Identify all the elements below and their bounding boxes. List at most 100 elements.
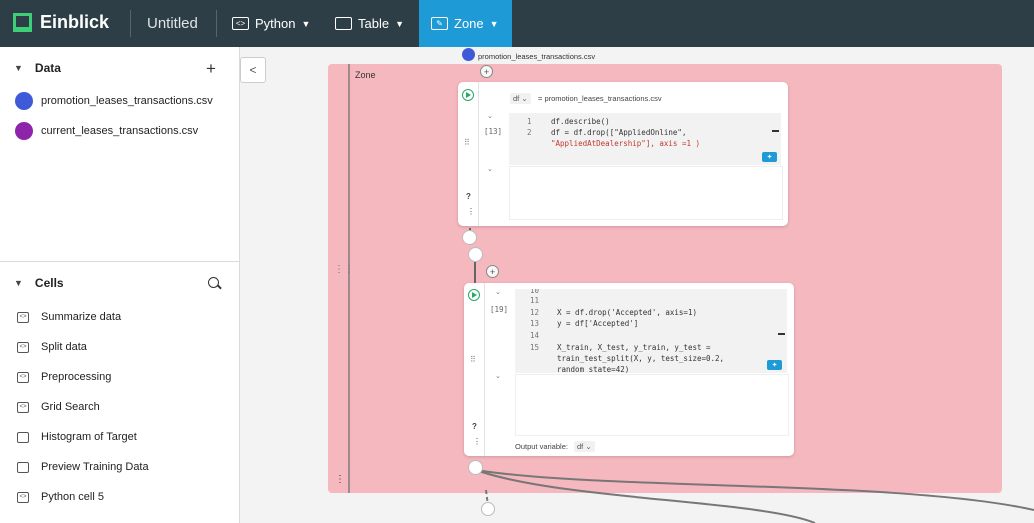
execution-count: [19] — [490, 305, 509, 314]
chevron-down-icon[interactable]: ⌄ — [487, 112, 493, 120]
code-line: random_state=42) — [557, 365, 630, 373]
add-cell-button[interactable]: + — [480, 65, 493, 78]
line-number: 15 — [530, 343, 540, 352]
cell-gutter — [478, 82, 479, 226]
table-icon — [335, 17, 352, 30]
help-icon[interactable]: ? — [472, 422, 477, 431]
code-line: df = df.drop(["AppliedOnline", — [551, 128, 687, 137]
python-menu-button[interactable]: <> Python ▼ — [232, 0, 310, 47]
zone-border — [348, 64, 350, 493]
ai-assist-button[interactable]: ✦ — [762, 152, 777, 162]
help-icon[interactable]: ? — [466, 192, 471, 201]
code-line: "AppliedAtDealership"], axis =1 ) — [551, 139, 701, 148]
connector-node[interactable] — [481, 502, 495, 516]
ai-assist-button[interactable]: ✦ — [767, 360, 782, 370]
chevron-down-icon: ▼ — [14, 278, 23, 288]
code-line: df.describe() — [551, 117, 610, 126]
dataset-name: current_leases_transactions.csv — [41, 125, 199, 137]
dataset-node-label: promotion_leases_transactions.csv — [478, 52, 596, 61]
cells-section-header[interactable]: ▼ Cells — [14, 276, 64, 290]
drag-handle-icon[interactable]: ⋮⋮ — [334, 264, 354, 275]
chevron-down-icon[interactable]: ⌄ — [495, 288, 501, 296]
add-cell-button[interactable]: + — [486, 265, 499, 278]
table-icon — [17, 461, 29, 473]
code-line: X_train, X_test, y_train, y_test = — [557, 343, 711, 352]
cell-list-item[interactable]: <> Python cell 5 — [17, 491, 104, 503]
table-label: Table — [358, 16, 390, 31]
run-icon[interactable] — [468, 289, 480, 301]
run-icon[interactable] — [462, 89, 474, 101]
cell-label: Preprocessing — [41, 371, 112, 383]
data-section-header[interactable]: ▼ Data — [14, 61, 61, 75]
dataset-name: promotion_leases_transactions.csv — [41, 95, 213, 107]
input-variable-select[interactable]: df ⌄ — [510, 93, 531, 104]
code-editor[interactable]: 1 df.describe() 2 df = df.drop(["Applied… — [509, 113, 781, 165]
code-line: X = df.drop('Accepted', axis=1) — [557, 308, 697, 317]
code-icon: <> — [17, 311, 29, 323]
zone-title[interactable]: Zone — [355, 70, 376, 80]
cell-output-area — [509, 166, 783, 220]
chevron-down-icon: ▼ — [14, 63, 23, 73]
collapse-panel-button[interactable]: < — [240, 57, 266, 83]
collapse-icon[interactable] — [772, 130, 779, 132]
drag-handle-icon[interactable]: ⠿ — [470, 355, 476, 364]
chevron-down-icon: ▼ — [301, 18, 311, 29]
chevron-down-icon[interactable]: ⌄ — [487, 165, 493, 173]
cell-list-item[interactable]: <> Summarize data — [17, 311, 121, 323]
search-icon[interactable] — [208, 277, 219, 288]
code-icon: <> — [232, 17, 249, 30]
code-icon: <> — [17, 491, 29, 503]
edit-icon: ✎ — [431, 17, 448, 30]
cell-list-item[interactable]: Histogram of Target — [17, 431, 137, 443]
more-options-icon[interactable]: ⋮ — [473, 437, 481, 446]
chevron-down-icon[interactable]: ⌄ — [495, 372, 501, 380]
drag-handle-icon[interactable]: ⠿ — [464, 138, 470, 147]
cell-list-item[interactable]: <> Split data — [17, 341, 87, 353]
connector-node[interactable] — [462, 230, 477, 245]
cell-label: Grid Search — [41, 401, 100, 413]
line-number: 10 — [530, 289, 540, 295]
collapse-icon[interactable] — [778, 333, 785, 335]
dataset-node[interactable] — [462, 48, 475, 61]
line-number: 12 — [530, 308, 540, 317]
zone-label: Zone — [454, 16, 484, 31]
dataset-item[interactable]: current_leases_transactions.csv — [15, 122, 198, 140]
connector-node[interactable] — [468, 460, 483, 475]
connector-node[interactable] — [468, 247, 483, 262]
line-number: 2 — [527, 128, 532, 137]
document-title[interactable]: Untitled — [147, 15, 198, 32]
code-editor[interactable]: 10 11 12 X = df.drop('Accepted', axis=1)… — [515, 289, 787, 373]
python-cell[interactable]: ⌄ [19] ⠿ ⌄ ? ⋮ 10 11 12 X = df.drop('Acc… — [464, 283, 794, 456]
cell-label: Histogram of Target — [41, 431, 137, 443]
output-variable-label: Output variable: — [515, 442, 568, 451]
data-section-title: Data — [34, 61, 61, 75]
chevron-down-icon: ▼ — [395, 18, 404, 29]
dataset-color-icon — [15, 92, 33, 110]
code-icon: <> — [17, 401, 29, 413]
divider — [130, 10, 131, 37]
cell-list-item[interactable]: <> Preprocessing — [17, 371, 111, 383]
brand-name: Einblick — [40, 12, 110, 32]
table-icon — [17, 431, 29, 443]
dataset-item[interactable]: promotion_leases_transactions.csv — [15, 92, 213, 110]
left-panel: ▼ Data + promotion_leases_transactions.c… — [0, 47, 240, 523]
add-data-button[interactable]: + — [206, 59, 216, 79]
top-bar: Einblick Untitled <> Python ▼ Table ▼ ✎ … — [0, 0, 1034, 47]
cell-list-item[interactable]: <> Grid Search — [17, 401, 100, 413]
cell-label: Split data — [41, 341, 87, 353]
dataset-color-icon — [15, 122, 33, 140]
output-variable-select[interactable]: df ⌄ — [574, 441, 595, 452]
cell-label: Summarize data — [41, 311, 122, 323]
more-options-icon[interactable]: ⋮ — [467, 207, 475, 216]
brand-logo[interactable]: Einblick — [13, 12, 109, 33]
output-variable-value: df — [577, 442, 584, 451]
execution-count: [13] — [484, 127, 503, 136]
table-menu-button[interactable]: Table ▼ — [335, 0, 404, 47]
more-options-icon[interactable]: ⋮ — [335, 474, 345, 485]
zone-menu-button[interactable]: ✎ Zone ▼ — [419, 0, 512, 47]
python-cell[interactable]: ⌄ [13] ⠿ ⌄ ? ⋮ df ⌄ = promotion_leases_t… — [458, 82, 788, 226]
line-number: 14 — [530, 331, 540, 340]
cell-list-item[interactable]: Preview Training Data — [17, 461, 149, 473]
code-icon: <> — [17, 341, 29, 353]
divider — [216, 10, 217, 37]
